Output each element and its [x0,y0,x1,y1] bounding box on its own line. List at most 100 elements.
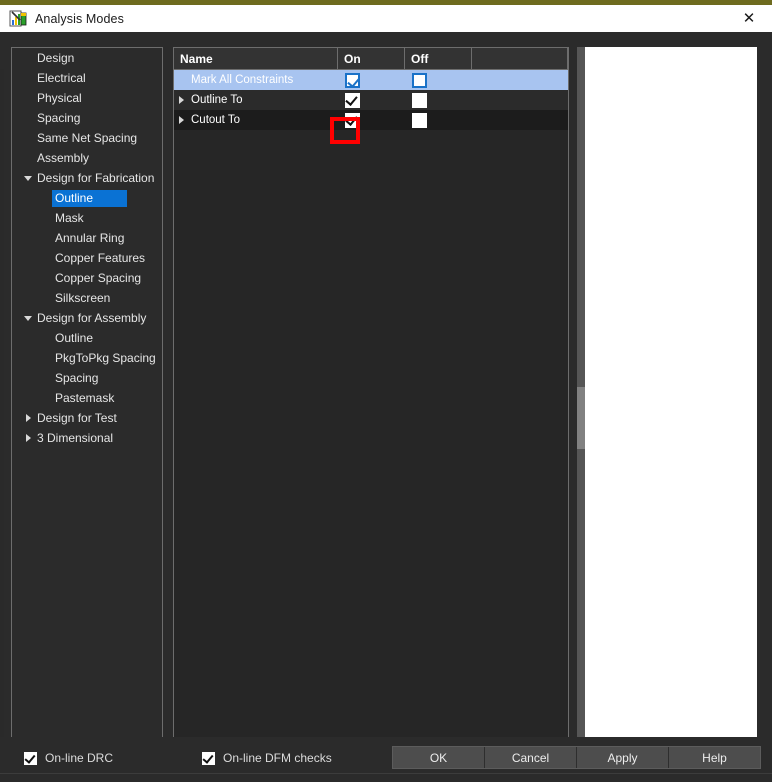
tree-item-label: Same Net Spacing [37,131,138,145]
chevron-down-icon[interactable] [21,315,35,321]
tree-item-pastemask[interactable]: Pastemask [12,388,162,408]
dialog-body: Design Electrical Physical Spacing Same Net … [0,37,772,782]
analysis-category-tree[interactable]: Design Electrical Physical Spacing Same Net … [11,47,163,769]
tree-item-label: Spacing [37,111,81,125]
tree-item-silkscreen[interactable]: Silkscreen [12,288,162,308]
tree-item-spacing[interactable]: Spacing [12,108,162,128]
chevron-right-icon[interactable] [21,414,35,422]
tree-item-outline[interactable]: Outline [12,328,162,348]
panel-splitter[interactable] [577,47,585,759]
tree-item-electrical[interactable]: Electrical [12,68,162,88]
analysis-chart-icon [9,10,27,28]
tree-item-label: Outline [52,189,128,207]
tree-item-outline[interactable]: Outline [12,188,162,208]
tree-item-annular-ring[interactable]: Annular Ring [12,228,162,248]
chevron-right-icon[interactable] [21,434,35,442]
online-dfm-checkbox[interactable]: On-line DFM checks [202,751,332,765]
tree-item-label: Electrical [37,71,86,85]
tree-item-label: Design for Assembly [37,311,147,325]
table-header-row: Name On Off [174,48,568,70]
title-bar[interactable]: Analysis Modes ✕ [0,5,772,32]
background-sliver [0,69,4,769]
tree-scroll-area: Design Electrical Physical Spacing Same Net … [12,48,162,754]
cell-on[interactable] [338,110,405,130]
checkbox-checked-icon[interactable] [345,112,360,128]
tree-item-copper-features[interactable]: Copper Features [12,248,162,268]
checkbox-unchecked-icon[interactable] [412,112,427,128]
help-button[interactable]: Help [669,747,760,768]
table-row[interactable]: Mark All Constraints [174,70,568,90]
tree-item-label: Design [37,51,75,65]
tree-item-label: 3 Dimensional [37,431,114,445]
constraints-table[interactable]: Name On Off Mark All Constraints Outline … [173,47,569,759]
close-icon[interactable]: ✕ [726,5,772,32]
checkbox-checked-icon[interactable] [345,72,360,88]
column-header-name[interactable]: Name [174,48,338,69]
cell-name: Cutout To [174,110,338,130]
tree-item-spacing[interactable]: Spacing [12,368,162,388]
tree-item-label: Annular Ring [55,231,125,245]
cell-filler [472,70,568,90]
table-row[interactable]: Cutout To [174,110,568,130]
tree-item-copper-spacing[interactable]: Copper Spacing [12,268,162,288]
cell-filler [472,90,568,110]
chevron-right-icon[interactable] [174,116,188,124]
analysis-modes-dialog: Analysis Modes ✕ Design Electrical Physica… [0,0,772,782]
checkbox-unchecked-icon[interactable] [412,92,427,108]
cell-off[interactable] [405,70,472,90]
tree-item-label: Copper Features [55,251,146,265]
cell-off[interactable] [405,110,472,130]
tree-item-label: Silkscreen [55,291,111,305]
column-header-off[interactable]: Off [405,48,472,69]
tree-item-design-for-test[interactable]: Design for Test [12,408,162,428]
apply-button[interactable]: Apply [577,747,669,768]
tree-item-mask[interactable]: Mask [12,208,162,228]
chevron-right-icon[interactable] [174,96,188,104]
tree-item-label: Outline [55,331,94,345]
tree-item-same-net-spacing[interactable]: Same Net Spacing [12,128,162,148]
tree-item-label: Design for Test [37,411,117,425]
splitter-grip[interactable] [577,387,585,449]
cell-name: Outline To [174,90,338,110]
table-row[interactable]: Outline To [174,90,568,110]
checkbox-checked-icon[interactable] [345,92,360,108]
column-header-on[interactable]: On [338,48,405,69]
tree-item-design-for-assembly[interactable]: Design for Assembly [12,308,162,328]
tree-item-label: Spacing [55,371,99,385]
checkbox-unchecked-icon[interactable] [412,72,427,88]
preview-panel [585,47,757,759]
tree-item-design-for-fabrication[interactable]: Design for Fabrication [12,168,162,188]
checkmark-icon [202,751,215,765]
tree-item-label: Assembly [37,151,90,165]
cell-off[interactable] [405,90,472,110]
tree-item-label: Physical [37,91,82,105]
cell-on[interactable] [338,90,405,110]
table-body: Mark All Constraints Outline To Cutout To [174,70,568,130]
cell-filler [472,110,568,130]
cell-on[interactable] [338,70,405,90]
online-drc-label: On-line DRC [45,751,114,765]
cancel-button[interactable]: Cancel [485,747,577,768]
tree-item-label: PkgToPkg Spacing [55,351,156,365]
cell-name: Mark All Constraints [174,70,338,90]
window-title: Analysis Modes [35,11,124,26]
chevron-down-icon[interactable] [21,175,35,181]
tree-item-physical[interactable]: Physical [12,88,162,108]
tree-item-label: Design for Fabrication [37,171,155,185]
tree-item-label: Mask [55,211,84,225]
dialog-footer: On-line DRC On-line DFM checks OK Cancel… [0,737,772,782]
column-header-filler [472,48,568,69]
footer-divider [0,773,772,774]
tree-item-assembly[interactable]: Assembly [12,148,162,168]
row-label: Mark All Constraints [191,74,294,86]
ok-button[interactable]: OK [393,747,485,768]
dialog-button-bar: OK Cancel Apply Help [392,746,761,769]
online-drc-checkbox[interactable]: On-line DRC [24,751,113,765]
tree-item-pkgtopkg-spacing[interactable]: PkgToPkg Spacing [12,348,162,368]
tree-item-3-dimensional[interactable]: 3 Dimensional [12,428,162,448]
tree-item-design[interactable]: Design [12,48,162,68]
row-label: Outline To [191,94,243,106]
online-dfm-label: On-line DFM checks [223,751,332,765]
tree-item-label: Pastemask [55,391,115,405]
tree-item-label: Copper Spacing [55,271,142,285]
